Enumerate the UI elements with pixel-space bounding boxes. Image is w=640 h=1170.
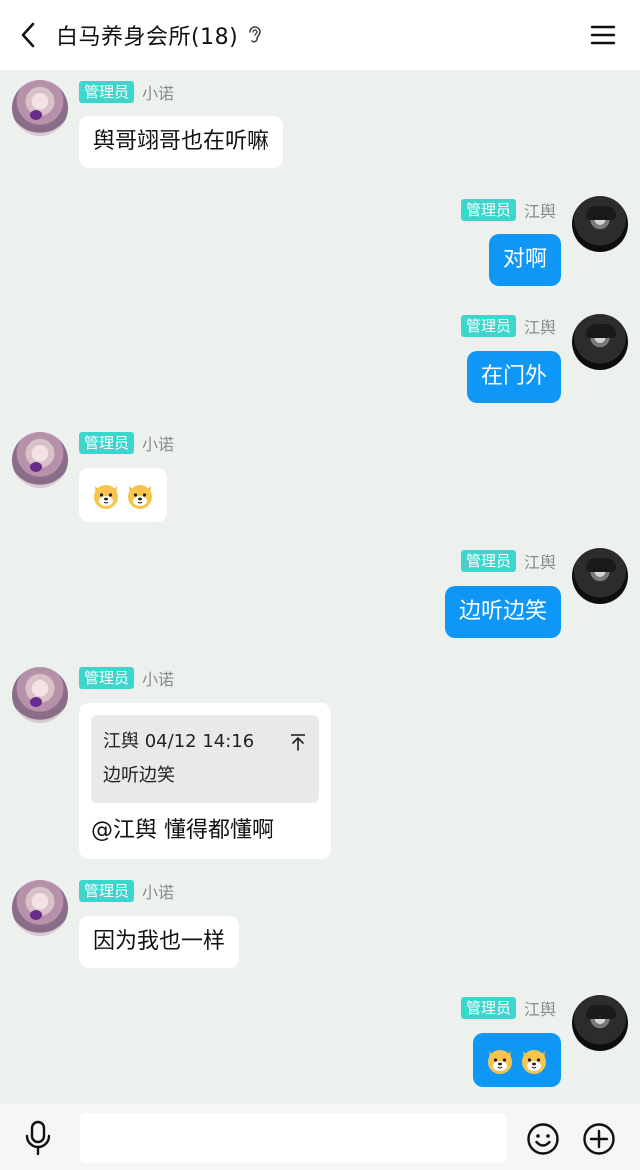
hamburger-menu-icon [590, 25, 616, 45]
jump-to-top-icon[interactable] [289, 732, 307, 752]
sender-name: 小诺 [142, 84, 175, 103]
sender-name: 小诺 [142, 670, 175, 689]
message-bubble[interactable] [473, 1033, 561, 1087]
avatar[interactable] [12, 80, 68, 136]
avatar[interactable] [572, 548, 628, 604]
chat-header: 白马养身会所(18) [0, 0, 640, 70]
message-bubble[interactable] [79, 468, 167, 522]
quoted-message[interactable]: 江舆 04/12 14:16 边听边笑 [91, 715, 319, 803]
emoji-button[interactable] [526, 1122, 560, 1156]
dog-emoji-icon [94, 485, 118, 509]
dog-emoji-icon [488, 1050, 512, 1074]
menu-button[interactable] [590, 22, 616, 48]
sender-name: 小诺 [142, 883, 175, 902]
message-bubble[interactable]: 舆哥翊哥也在听嘛 [79, 116, 284, 168]
sender-name: 江舆 [523, 553, 556, 572]
sender-name: 小诺 [142, 435, 175, 454]
message-row: 管理员 小诺 江舆 04/12 14:16 边听边笑 @江舆 懂得都懂啊 [0, 665, 640, 860]
voice-button[interactable] [22, 1120, 54, 1156]
message-row: 管理员 江舆 对啊 [0, 196, 640, 296]
message-input[interactable] [80, 1113, 506, 1163]
admin-badge: 管理员 [79, 432, 135, 454]
message-bubble[interactable]: 因为我也一样 [79, 916, 240, 968]
back-button[interactable] [14, 20, 42, 50]
avatar[interactable] [572, 196, 628, 252]
input-bar [0, 1104, 640, 1170]
microphone-icon [25, 1120, 51, 1156]
sender-name: 江舆 [523, 1000, 556, 1019]
chat-title[interactable]: 白马养身会所(18) [56, 19, 238, 51]
sender-name: 江舆 [523, 202, 556, 221]
avatar[interactable] [12, 667, 68, 723]
message-bubble[interactable]: 在门外 [466, 351, 561, 403]
dog-emoji-icon [522, 1050, 546, 1074]
avatar[interactable] [12, 880, 68, 936]
smiley-icon [527, 1123, 559, 1155]
message-bubble[interactable]: 对啊 [488, 234, 561, 286]
admin-badge: 管理员 [460, 997, 516, 1019]
dog-emoji-icon [128, 485, 152, 509]
avatar[interactable] [572, 314, 628, 370]
message-row: 管理员 江舆 边听边笑 [0, 548, 640, 648]
message-row: 管理员 小诺 舆哥翊哥也在听嘛 [0, 78, 640, 178]
message-row: 管理员 江舆 在门外 [0, 314, 640, 414]
message-row: 管理员 小诺 [0, 430, 640, 530]
quote-author-time: 江舆 04/12 14:16 [103, 731, 255, 752]
avatar[interactable] [12, 432, 68, 488]
ear-icon [246, 23, 266, 47]
message-bubble[interactable]: 边听边笑 [444, 586, 561, 638]
admin-badge: 管理员 [460, 315, 516, 337]
admin-badge: 管理员 [79, 81, 135, 103]
admin-badge: 管理员 [79, 880, 135, 902]
more-button[interactable] [582, 1122, 616, 1156]
message-row: 管理员 小诺 因为我也一样 [0, 878, 640, 978]
message-row: 管理员 江舆 [0, 995, 640, 1095]
plus-circle-icon [583, 1123, 615, 1155]
message-bubble[interactable]: 江舆 04/12 14:16 边听边笑 @江舆 懂得都懂啊 [79, 703, 331, 859]
message-text: @江舆 懂得都懂啊 [91, 818, 274, 843]
admin-badge: 管理员 [460, 550, 516, 572]
avatar[interactable] [572, 995, 628, 1051]
quote-text: 边听边笑 [103, 765, 175, 786]
admin-badge: 管理员 [79, 667, 135, 689]
admin-badge: 管理员 [460, 199, 516, 221]
chevron-left-icon [21, 22, 35, 48]
sender-name: 江舆 [523, 318, 556, 337]
